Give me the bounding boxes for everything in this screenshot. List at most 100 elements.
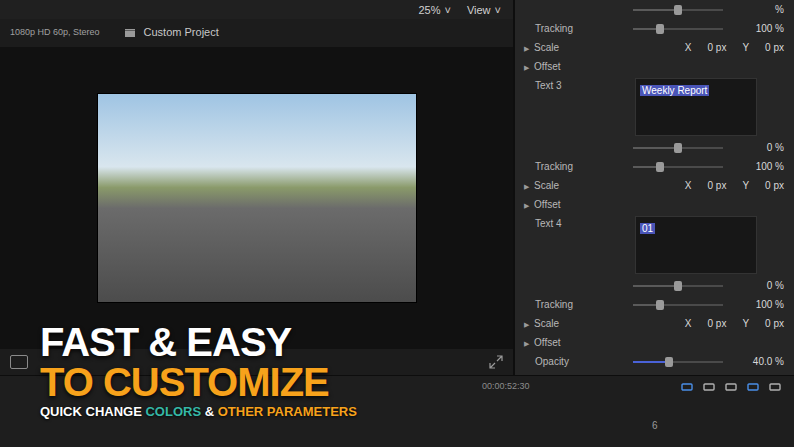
promo-overlay: FAST & EASYTO CUSTOMIZEQUICK CHANGE COLO…: [40, 322, 357, 418]
xy-values: X0 pxY0 px: [685, 40, 784, 55]
caret-icon: ˅: [444, 2, 450, 19]
slider-track[interactable]: [633, 28, 723, 30]
x-value[interactable]: 0 px: [708, 178, 727, 193]
inspector: %Tracking100 %▶ScaleX0 pxY0 px▶OffsetTex…: [515, 0, 794, 375]
slider-track[interactable]: [633, 304, 723, 306]
xy-values: X0 pxY0 px: [685, 178, 784, 193]
zoom-menu[interactable]: 25%˅: [418, 2, 450, 19]
view-menu[interactable]: View˅: [467, 2, 501, 19]
view-options-icon[interactable]: [10, 355, 28, 369]
slider-fill: [633, 9, 678, 11]
parameter-group: ▶Offset: [523, 195, 784, 214]
slider-thumb[interactable]: [656, 24, 664, 34]
track-number: 6: [652, 418, 658, 433]
parameter-label: ▶Scale: [523, 316, 623, 331]
parameter-value[interactable]: 40.0 %: [736, 354, 784, 369]
x-label: X: [685, 316, 692, 331]
promo-line: FAST & EASY: [40, 322, 357, 362]
slider-fill: [633, 147, 678, 149]
y-value[interactable]: 0 px: [765, 40, 784, 55]
slider-thumb[interactable]: [674, 5, 682, 15]
clapboard-icon: [124, 28, 136, 38]
xy-values: X 0 px Y 0 px: [685, 316, 784, 331]
project-name: Custom Project: [144, 24, 219, 41]
timecode: 00:00:52:30: [482, 380, 530, 394]
video-frame: [98, 94, 416, 302]
timeline-tracks: 6: [12, 418, 782, 433]
promo-line: TO CUSTOMIZE: [40, 362, 357, 402]
slider-track[interactable]: [633, 361, 723, 363]
slider-track[interactable]: [633, 9, 723, 11]
parameter-label: Tracking: [523, 21, 623, 36]
audio-skimming-icon[interactable]: [702, 382, 716, 392]
parameter-name: Scale: [534, 180, 559, 191]
parameter-label: Opacity: [523, 354, 623, 369]
timeline-tools: [680, 382, 782, 392]
disclosure-icon[interactable]: ▶: [524, 182, 534, 193]
promo-text: TO CUSTOMIZE: [40, 360, 329, 404]
parameter-value[interactable]: 100 %: [736, 297, 784, 312]
parameter-label: Text 3: [523, 78, 623, 93]
slider-thumb[interactable]: [674, 281, 682, 291]
parameter-group: ▶Offset: [523, 57, 784, 76]
parameter-name: Offset: [534, 199, 561, 210]
slider-parameter: 0 %: [523, 138, 784, 157]
viewer: 25%˅View˅ 1080p HD 60p, StereoCustom Pro…: [0, 0, 515, 375]
slider-parameter: Tracking 100 %: [523, 19, 784, 38]
promo-text: OTHER PARAMETERS: [218, 404, 357, 419]
parameter-value[interactable]: 100 %: [736, 21, 784, 36]
parameter-value[interactable]: 100 %: [736, 159, 784, 174]
disclosure-icon[interactable]: ▶: [524, 44, 534, 55]
filmstrip-icon[interactable]: [768, 382, 782, 392]
fullscreen-icon[interactable]: [489, 355, 503, 369]
parameter-label: ▶Scale: [523, 40, 623, 55]
disclosure-icon[interactable]: ▶: [524, 63, 534, 74]
x-value[interactable]: 0 px: [708, 316, 727, 331]
y-value[interactable]: 0 px: [765, 178, 784, 193]
text-field[interactable]: 01: [635, 216, 757, 274]
y-label: Y: [742, 40, 749, 55]
slider-parameter: %: [523, 0, 784, 19]
slider-thumb[interactable]: [656, 300, 664, 310]
text-parameter: Text 3 Weekly Report: [523, 76, 784, 138]
disclosure-icon[interactable]: ▶: [524, 339, 534, 350]
caret-icon: ˅: [495, 2, 501, 19]
slider-fill: [633, 285, 678, 287]
text-value: 01: [640, 223, 655, 234]
slider-thumb[interactable]: [674, 143, 682, 153]
disclosure-icon[interactable]: ▶: [524, 201, 534, 212]
promo-text: COLORS: [145, 404, 201, 419]
snapping-icon[interactable]: [680, 382, 694, 392]
y-label: Y: [742, 178, 749, 193]
slider-fill: [633, 361, 669, 363]
parameter-label: ▶Offset: [523, 197, 623, 212]
slider-track[interactable]: [633, 166, 723, 168]
slider-track[interactable]: [633, 285, 723, 287]
disclosure-icon[interactable]: ▶: [524, 320, 534, 331]
parameter-label: Text 4: [523, 216, 623, 231]
xy-parameter: ▶ScaleX0 pxY0 px: [523, 176, 784, 195]
parameter-name: Offset: [534, 61, 561, 72]
y-value[interactable]: 0 px: [765, 316, 784, 331]
opacity-parameter: Opacity 40.0 %: [523, 352, 784, 371]
parameter-value[interactable]: 0 %: [736, 278, 784, 293]
slider-track[interactable]: [633, 147, 723, 149]
text-value: Weekly Report: [640, 85, 709, 96]
viewer-toolbar: 25%˅View˅: [0, 0, 513, 19]
parameter-name: Scale: [534, 42, 559, 53]
x-value[interactable]: 0 px: [708, 40, 727, 55]
view-label: View: [467, 2, 491, 19]
viewer-canvas: [0, 47, 513, 350]
parameter-value[interactable]: 0 %: [736, 140, 784, 155]
parameter-value[interactable]: %: [736, 2, 784, 17]
slider-parameter: Tracking100 %: [523, 295, 784, 314]
headphones-icon[interactable]: [724, 382, 738, 392]
text-field[interactable]: Weekly Report: [635, 78, 757, 136]
slider-parameter: 0 %: [523, 276, 784, 295]
y-label: Y: [742, 316, 749, 331]
slider-thumb[interactable]: [656, 162, 664, 172]
slider-thumb[interactable]: [665, 357, 673, 367]
promo-line: QUICK CHANGE COLORS & OTHER PARAMETERS: [40, 405, 357, 418]
parameter-label: Tracking: [523, 159, 623, 174]
solo-icon[interactable]: [746, 382, 760, 392]
